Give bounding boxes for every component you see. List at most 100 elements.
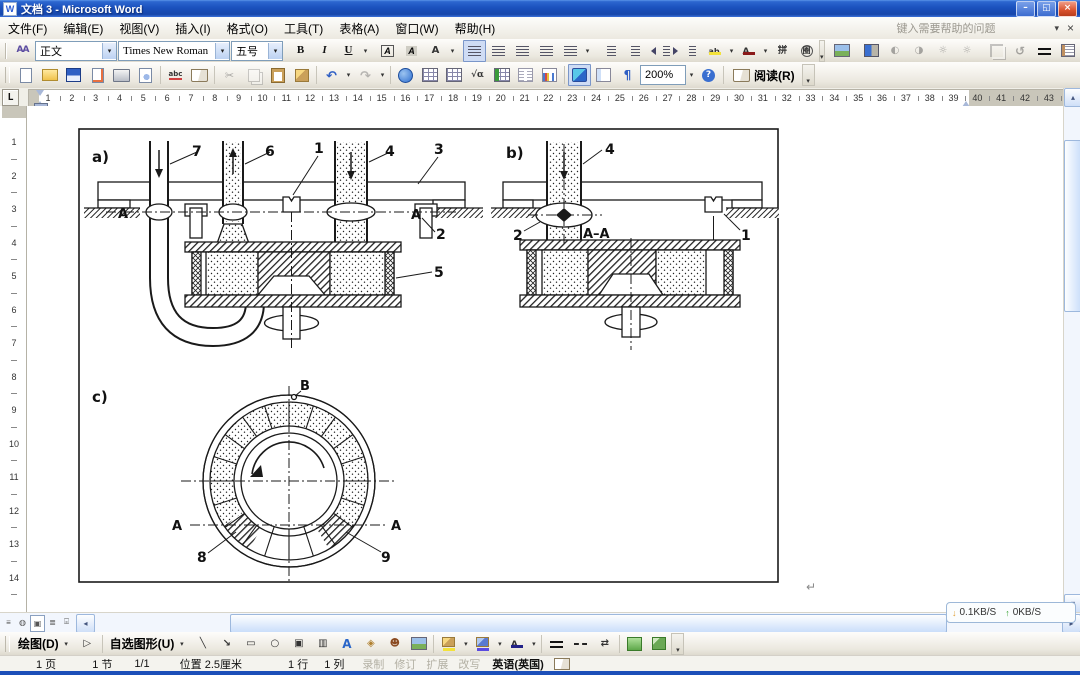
spelling-status-icon[interactable] xyxy=(554,658,570,670)
less-contrast-button[interactable]: ◑ xyxy=(908,40,931,62)
rotate-left-button[interactable]: ↺ xyxy=(1009,40,1032,62)
toolbar-grip[interactable] xyxy=(5,67,10,83)
insert-hyperlink-button[interactable] xyxy=(394,64,417,86)
columns-button[interactable] xyxy=(514,64,537,86)
zoom-combobox[interactable]: 200% xyxy=(640,65,686,85)
chevron-down-icon[interactable]: ▾ xyxy=(102,43,116,59)
cut-button[interactable]: ✂ xyxy=(218,64,241,86)
print-button[interactable] xyxy=(110,64,133,86)
vertical-scrollbar[interactable]: ▴ ▾ xyxy=(1063,88,1080,612)
draw-menu-button[interactable]: 绘图(D)▾ xyxy=(14,633,75,655)
font-color-button[interactable]: A xyxy=(737,40,760,62)
undo-dropdown-icon[interactable]: ▾ xyxy=(344,66,353,84)
status-record-mode[interactable]: 录制 xyxy=(362,656,384,672)
select-objects-button[interactable]: ▷ xyxy=(76,633,99,655)
arrow-style-button[interactable]: ⇄ xyxy=(593,633,616,655)
underline-button[interactable]: U xyxy=(337,40,360,62)
status-overtype-mode[interactable]: 改写 xyxy=(458,656,480,672)
fill-color-dropdown-icon[interactable]: ▾ xyxy=(461,635,470,653)
align-center-button[interactable] xyxy=(487,40,510,62)
show-hide-marks-button[interactable]: ¶ xyxy=(616,64,639,86)
menu-item-2[interactable]: 编辑(E) xyxy=(55,18,111,39)
menu-item-5[interactable]: 格式(O) xyxy=(219,18,276,39)
font-combobox[interactable]: Times New Roman▾ xyxy=(118,41,230,61)
document-figure[interactable]: a) 7 6 1 4 3 2 5 A A xyxy=(78,128,779,583)
restore-button[interactable]: ◱ xyxy=(1037,1,1056,17)
permission-button[interactable] xyxy=(86,64,109,86)
italic-button[interactable]: I xyxy=(313,40,336,62)
underline-dropdown-icon[interactable]: ▾ xyxy=(361,42,370,60)
chevron-down-icon[interactable]: ▾ xyxy=(215,43,229,59)
menu-item-7[interactable]: 表格(A) xyxy=(331,18,387,39)
line-spacing-button[interactable] xyxy=(559,40,582,62)
toolbar-options-icon[interactable]: ▾ xyxy=(819,40,825,62)
arrow-tool-button[interactable]: ↘ xyxy=(215,633,238,655)
bold-button[interactable]: B xyxy=(289,40,312,62)
numbering-button[interactable] xyxy=(598,40,621,62)
phonetic-guide-button[interactable]: 拼 xyxy=(771,40,794,62)
picture-color-button[interactable] xyxy=(860,40,883,62)
status-language[interactable]: 英语(英国) xyxy=(492,656,543,672)
insert-equation-button[interactable]: √α xyxy=(466,64,489,86)
menu-item-1[interactable]: 文件(F) xyxy=(0,18,55,39)
line-color-dropdown-icon[interactable]: ▾ xyxy=(495,635,504,653)
vertical-ruler[interactable]: 1234567891011121314 xyxy=(2,106,27,612)
dash-style-button[interactable] xyxy=(569,633,592,655)
crop-button[interactable] xyxy=(985,40,1008,62)
vertical-scrollbar-thumb[interactable] xyxy=(1064,140,1080,312)
tab-selector[interactable]: L xyxy=(2,89,19,106)
close-document-icon[interactable]: × xyxy=(1067,21,1074,35)
scroll-up-icon[interactable]: ▴ xyxy=(1064,88,1080,107)
character-border-button[interactable]: A xyxy=(376,40,399,62)
spelling-grammar-button[interactable]: abc xyxy=(164,64,187,86)
text-wrapping-button[interactable] xyxy=(1057,40,1080,62)
character-scale-button[interactable]: A xyxy=(424,40,447,62)
new-document-button[interactable] xyxy=(14,64,37,86)
paste-button[interactable] xyxy=(266,64,289,86)
toolbar-options-icon[interactable]: ▾ xyxy=(802,64,815,86)
line-tool-button[interactable]: ╲ xyxy=(191,633,214,655)
document-page[interactable]: 1234567891011121314 xyxy=(0,106,1063,612)
enclosed-character-button[interactable]: 圈 xyxy=(795,40,818,62)
reading-view-button[interactable]: ⌻ xyxy=(60,615,73,630)
save-button[interactable] xyxy=(62,64,85,86)
toolbar-grip[interactable] xyxy=(5,636,10,652)
menu-item-6[interactable]: 工具(T) xyxy=(276,18,331,39)
horizontal-scrollbar-thumb[interactable] xyxy=(230,614,947,633)
minimize-button[interactable]: – xyxy=(1016,1,1035,17)
reading-layout-button[interactable]: 阅读(R) xyxy=(727,64,801,86)
research-button[interactable] xyxy=(188,64,211,86)
menu-item-9[interactable]: 帮助(H) xyxy=(447,18,504,39)
close-button[interactable]: × xyxy=(1058,1,1077,17)
textbox-tool-button[interactable]: ▣ xyxy=(287,633,310,655)
zoom-dropdown-icon[interactable]: ▾ xyxy=(687,66,696,84)
character-scale-dropdown-icon[interactable]: ▾ xyxy=(448,42,457,60)
redo-button[interactable]: ↷ xyxy=(354,64,377,86)
vertical-textbox-tool-button[interactable]: ▥ xyxy=(311,633,334,655)
increase-indent-button[interactable] xyxy=(672,40,697,62)
toolbar-grip[interactable] xyxy=(5,43,7,59)
shadow-style-button[interactable] xyxy=(623,633,646,655)
wordart-button[interactable]: A xyxy=(335,633,358,655)
status-extend-mode[interactable]: 扩展 xyxy=(426,656,448,672)
print-preview-button[interactable] xyxy=(134,64,157,86)
undo-button[interactable]: ↶ xyxy=(320,64,343,86)
drawing-toggle-button[interactable] xyxy=(568,64,591,86)
menu-item-8[interactable]: 窗口(W) xyxy=(387,18,446,39)
line-spacing-dropdown-icon[interactable]: ▾ xyxy=(583,42,592,60)
insert-chart-button[interactable] xyxy=(538,64,561,86)
align-right-button[interactable] xyxy=(511,40,534,62)
more-contrast-button[interactable]: ◐ xyxy=(884,40,907,62)
style-combobox[interactable]: 正文▾ xyxy=(35,41,117,61)
font-color-dropdown-icon[interactable]: ▾ xyxy=(761,42,770,60)
bullets-button[interactable] xyxy=(622,40,645,62)
align-left-button[interactable] xyxy=(463,40,486,62)
character-shading-button[interactable]: A xyxy=(400,40,423,62)
diagram-button[interactable]: ◈ xyxy=(359,633,382,655)
web-layout-view-button[interactable]: ◍ xyxy=(16,615,29,630)
distribute-button[interactable] xyxy=(535,40,558,62)
line-color-button[interactable] xyxy=(471,633,494,655)
highlight-dropdown-icon[interactable]: ▾ xyxy=(727,42,736,60)
help-button[interactable]: ? xyxy=(697,64,720,86)
normal-view-button[interactable]: ≡ xyxy=(2,615,15,630)
